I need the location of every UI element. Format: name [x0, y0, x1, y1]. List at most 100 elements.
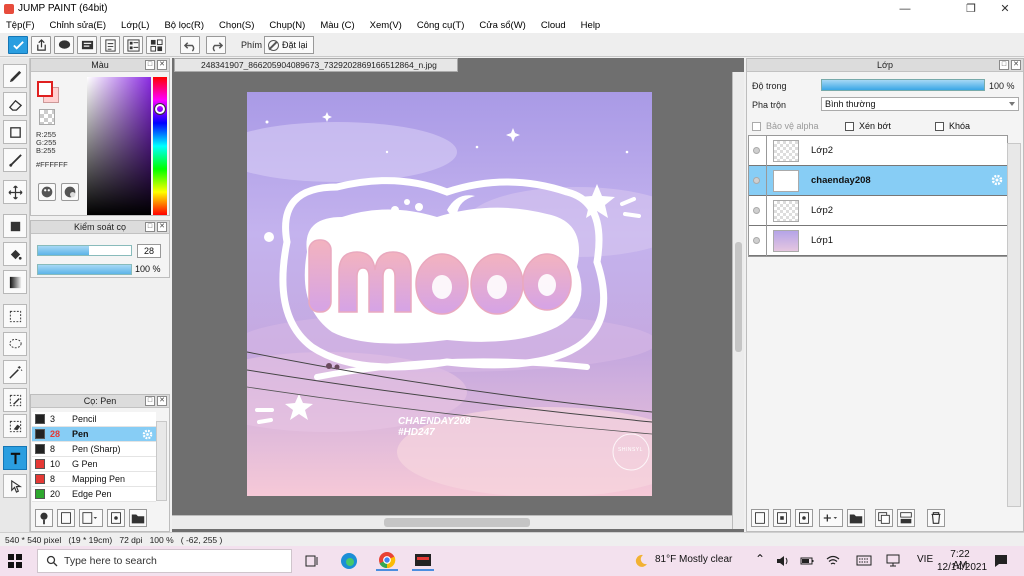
- eraser-tool-icon[interactable]: [3, 92, 27, 116]
- panel-close-icon[interactable]: ✕: [157, 60, 167, 70]
- layer-visibility-toggle[interactable]: [753, 237, 760, 244]
- undo-icon[interactable]: [180, 36, 200, 54]
- document-tab[interactable]: 248341907_866205904089673_73292028691665…: [174, 58, 458, 72]
- canvas-vertical-scrollbar[interactable]: [732, 72, 744, 529]
- merge-layer-icon[interactable]: [897, 509, 915, 527]
- panel-float-icon[interactable]: □: [145, 396, 155, 406]
- brush-item-mapping-pen[interactable]: 8 Mapping Pen: [32, 472, 156, 487]
- speaker-icon[interactable]: [776, 555, 790, 567]
- foreground-color-swatch[interactable]: [37, 81, 53, 97]
- horizontal-scroll-thumb[interactable]: [384, 518, 530, 527]
- layer-row-1[interactable]: Lớp2: [749, 135, 1007, 166]
- check-icon[interactable]: [8, 36, 28, 54]
- clock-date[interactable]: 12/14/2021: [937, 562, 987, 573]
- gear-icon[interactable]: [142, 429, 153, 440]
- weather-text[interactable]: 81°F Mostly clear: [655, 554, 732, 565]
- brush-size-field[interactable]: 28: [137, 244, 161, 258]
- list-icon[interactable]: [123, 36, 143, 54]
- display-icon[interactable]: [886, 554, 900, 567]
- keyboard-icon[interactable]: [856, 554, 872, 567]
- select-pen-tool-icon[interactable]: [3, 388, 27, 412]
- protect-alpha-checkbox[interactable]: Bảo vệ alpha: [752, 121, 819, 131]
- message-icon[interactable]: [77, 36, 97, 54]
- task-view-icon[interactable]: [301, 551, 323, 571]
- duplicate-layer-icon[interactable]: [875, 509, 893, 527]
- delete-layer-icon[interactable]: [927, 509, 945, 527]
- menu-help[interactable]: Help: [581, 20, 601, 31]
- keys-label[interactable]: Phím: [241, 40, 262, 50]
- brush-tool-icon[interactable]: [3, 64, 27, 88]
- export-icon[interactable]: [31, 36, 51, 54]
- grid-icon[interactable]: [146, 36, 166, 54]
- gear-icon[interactable]: [991, 174, 1003, 186]
- document-icon[interactable]: [100, 36, 120, 54]
- brush-item-pencil[interactable]: 3 Pencil: [32, 412, 156, 427]
- bucket-tool-icon[interactable]: [3, 242, 27, 266]
- hue-slider[interactable]: [153, 77, 167, 215]
- chrome-browser-icon[interactable]: [376, 551, 398, 571]
- taskbar-search-box[interactable]: Type here to search: [37, 549, 292, 573]
- layer-opacity-slider[interactable]: [821, 79, 985, 91]
- new-layer-raster-icon[interactable]: [773, 509, 791, 527]
- menu-cloud[interactable]: Cloud: [541, 20, 566, 31]
- new-layer-tone-icon[interactable]: [795, 509, 813, 527]
- menu-layer[interactable]: Lớp(L): [121, 20, 149, 31]
- brush-item-g-pen[interactable]: 10 G Pen: [32, 457, 156, 472]
- menu-filter[interactable]: Bộ lọc(R): [164, 20, 204, 31]
- jump-paint-taskbar-icon[interactable]: [412, 551, 434, 571]
- menu-tools[interactable]: Công cụ(T): [417, 20, 465, 31]
- layer-list-scrollbar[interactable]: [1007, 143, 1021, 507]
- brush-list-scrollbar[interactable]: [156, 421, 167, 501]
- panel-float-icon[interactable]: □: [145, 60, 155, 70]
- lasso-tool-icon[interactable]: [3, 332, 27, 356]
- transparent-color-swatch[interactable]: [39, 109, 55, 125]
- palette-settings-icon[interactable]: [61, 183, 79, 201]
- brush-settings-icon[interactable]: [107, 509, 125, 527]
- blend-mode-select[interactable]: Bình thường: [821, 97, 1019, 111]
- panel-close-icon[interactable]: ✕: [157, 222, 167, 232]
- fill-rect-tool-icon[interactable]: [3, 214, 27, 238]
- canvas-horizontal-scrollbar[interactable]: [172, 515, 734, 529]
- brush-folder-icon[interactable]: [129, 509, 147, 527]
- panel-close-icon[interactable]: ✕: [1011, 60, 1021, 70]
- panel-float-icon[interactable]: □: [145, 222, 155, 232]
- magic-wand-tool-icon[interactable]: [3, 360, 27, 384]
- select-rect-tool-icon[interactable]: [3, 304, 27, 328]
- clipping-checkbox[interactable]: Xén bớt: [845, 121, 891, 131]
- notification-icon[interactable]: [994, 554, 1008, 568]
- layer-row-3[interactable]: Lớp2: [749, 195, 1007, 226]
- brush-opacity-slider[interactable]: [37, 264, 132, 275]
- edge-browser-icon[interactable]: [338, 551, 360, 571]
- lock-checkbox[interactable]: Khóa: [935, 121, 970, 131]
- redo-icon[interactable]: [206, 36, 226, 54]
- add-brush-icon[interactable]: [35, 509, 53, 527]
- new-layer-icon[interactable]: [751, 509, 769, 527]
- menu-capture[interactable]: Chụp(N): [269, 20, 305, 31]
- menu-color[interactable]: Màu (C): [320, 20, 354, 31]
- reset-button[interactable]: Đặt lại: [264, 36, 314, 54]
- layer-visibility-toggle[interactable]: [753, 147, 760, 154]
- brush-menu-icon[interactable]: [79, 509, 103, 527]
- layer-row-2[interactable]: chaenday208: [749, 165, 1007, 196]
- artwork-image[interactable]: CHAENDAY208 #HD247 SHINSYL: [247, 92, 652, 496]
- maximize-button[interactable]: ❐: [954, 0, 988, 17]
- menu-edit[interactable]: Chỉnh sửa(E): [50, 20, 107, 31]
- input-language[interactable]: VIE: [917, 554, 933, 565]
- line-tool-icon[interactable]: [3, 148, 27, 172]
- chevron-up-icon[interactable]: ⌃: [755, 552, 765, 566]
- menu-file[interactable]: Tệp(F): [6, 20, 35, 31]
- brush-item-pen[interactable]: 28 Pen: [32, 427, 156, 442]
- add-layer-menu-icon[interactable]: [819, 509, 843, 527]
- panel-float-icon[interactable]: □: [999, 60, 1009, 70]
- wifi-icon[interactable]: [826, 555, 840, 567]
- battery-icon[interactable]: [800, 555, 814, 567]
- move-tool-icon[interactable]: [3, 180, 27, 204]
- palette-icon[interactable]: [38, 183, 56, 201]
- layer-visibility-toggle[interactable]: [753, 207, 760, 214]
- layer-visibility-toggle[interactable]: [753, 177, 760, 184]
- menu-view[interactable]: Xem(V): [370, 20, 402, 31]
- vertical-scroll-thumb[interactable]: [735, 242, 742, 352]
- brush-item-edge-pen[interactable]: 20 Edge Pen: [32, 487, 156, 502]
- new-brush-icon[interactable]: [57, 509, 75, 527]
- minimize-button[interactable]: —: [888, 0, 922, 17]
